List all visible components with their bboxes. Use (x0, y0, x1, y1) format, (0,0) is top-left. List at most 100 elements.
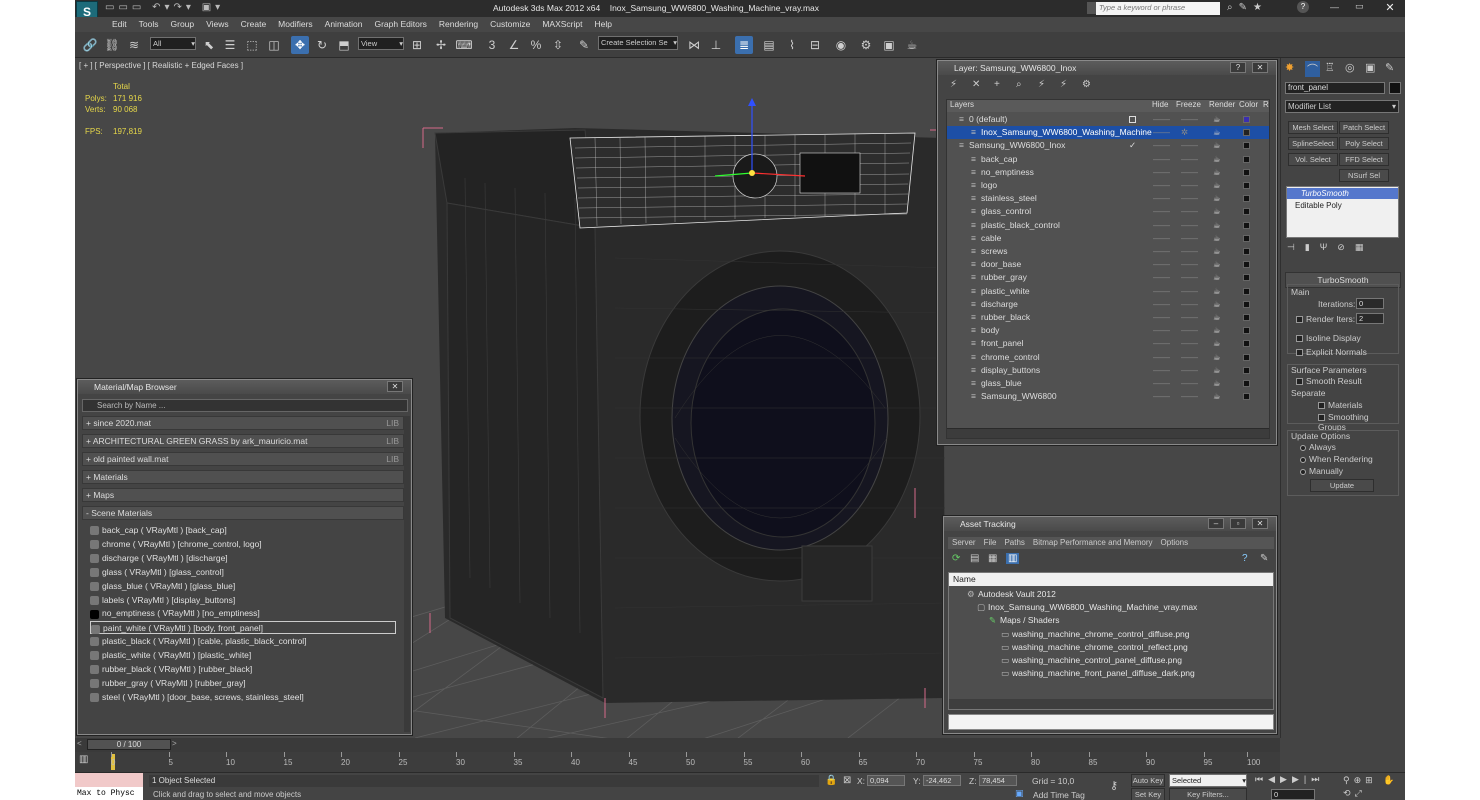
layer-row[interactable]: ≡ screws —— —— ☕ (947, 245, 1269, 258)
thumbnail-view-icon[interactable]: ▦ (988, 553, 997, 564)
material-list-item[interactable]: plastic_black ( VRayMtl ) [cable, plasti… (90, 635, 396, 648)
asset-col-name[interactable]: Name (949, 573, 1273, 586)
select-and-move-icon[interactable]: ✥ (291, 36, 309, 54)
select-and-manipulate-icon[interactable]: ✢ (432, 36, 450, 54)
rendered-frame-window-icon[interactable]: ▣ (880, 36, 898, 54)
track-bar[interactable]: ▥ 0 5 10 15 20 25 30 35 40 45 50 55 60 65 70 75 80 85 90 95… (75, 752, 1280, 772)
z-coordinate-field[interactable]: 78,454 (979, 775, 1017, 786)
render-teapot-icon[interactable]: ☕ (1213, 337, 1221, 350)
asset-minimize-button[interactable]: – (1208, 518, 1224, 529)
freeze-toggle[interactable]: —— (1181, 179, 1198, 192)
menu-item-graph-editors[interactable]: Graph Editors (368, 17, 432, 29)
layer-color-swatch[interactable] (1243, 340, 1250, 348)
freeze-toggle[interactable]: —— (1181, 298, 1198, 311)
hide-toggle[interactable]: —— (1153, 351, 1170, 364)
edit-named-selection-icon[interactable]: ✎ (575, 36, 593, 54)
layer-row[interactable]: ≡ rubber_black —— —— ☕ (947, 311, 1269, 324)
freeze-toggle[interactable]: —— (1181, 390, 1198, 403)
set-key-button[interactable]: Set Key (1131, 788, 1165, 800)
asset-menu-server[interactable]: Server (948, 538, 980, 547)
rectangular-selection-icon[interactable]: ⬚ (243, 36, 261, 54)
modifier-button-ffd-select[interactable]: FFD Select (1339, 153, 1389, 166)
schematic-view-icon[interactable]: ⊟ (806, 36, 824, 54)
hide-toggle[interactable]: —— (1153, 364, 1170, 377)
modifier-button-splineselect[interactable]: SplineSelect (1288, 137, 1338, 150)
render-teapot-icon[interactable]: ☕ (1213, 139, 1221, 152)
asset-row[interactable]: ▭ washing_machine_front_panel_diffuse_dar… (949, 667, 1273, 680)
render-teapot-icon[interactable]: ☕ (1213, 351, 1221, 364)
isoline-checkbox[interactable]: Isoline Display (1296, 333, 1361, 343)
modifier-button-nsurf-sel[interactable]: NSurf Sel (1339, 169, 1389, 182)
material-list-item[interactable]: paint_white ( VRayMtl ) [body, front_pan… (90, 621, 396, 635)
asset-tracking-window[interactable]: Asset Tracking – ▫ ✕ Server File Paths Bitm… (943, 516, 1277, 734)
unlink-icon[interactable]: ⛓ (103, 36, 121, 54)
freeze-toggle[interactable]: —— (1181, 324, 1198, 337)
render-teapot-icon[interactable]: ☕ (1213, 324, 1221, 337)
menu-item-edit[interactable]: Edit (106, 17, 133, 29)
layer-color-swatch[interactable] (1243, 353, 1250, 361)
modify-tab-icon[interactable]: ⌒ (1305, 61, 1320, 77)
menu-item-views[interactable]: Views (200, 17, 235, 29)
asset-menu-paths[interactable]: Paths (1000, 538, 1028, 547)
layer-row[interactable]: ≡ Inox_Samsung_WW6800_Washing_Machine —— ✲ ☕ (947, 126, 1269, 140)
render-production-icon[interactable]: ☕ (903, 36, 921, 54)
layer-row[interactable]: ≡ cable —— —— ☕ (947, 232, 1269, 245)
asset-scrollbar[interactable] (949, 699, 1273, 709)
maxscript-mini-listener[interactable]: Max to Physc (75, 787, 143, 800)
material-map-browser[interactable]: Material/Map Browser ✕ Search by Name ..… (77, 379, 412, 735)
freeze-toggle[interactable]: —— (1181, 351, 1198, 364)
freeze-toggle[interactable]: —— (1181, 113, 1198, 126)
key-mode-dropdown[interactable]: Selected ▾ (1169, 774, 1247, 787)
render-teapot-icon[interactable]: ☕ (1213, 311, 1221, 324)
material-editor-icon[interactable]: ◉ (832, 36, 850, 54)
select-and-rotate-icon[interactable]: ↻ (313, 36, 331, 54)
render-teapot-icon[interactable]: ☕ (1213, 285, 1221, 298)
percent-snap-icon[interactable]: % (527, 36, 545, 54)
layer-color-swatch[interactable] (1243, 261, 1250, 269)
col-color[interactable]: Color (1239, 100, 1258, 109)
hide-toggle[interactable]: —— (1153, 298, 1170, 311)
freeze-toggle[interactable]: —— (1181, 153, 1198, 166)
layer-color-swatch[interactable] (1243, 327, 1250, 335)
render-iters-row[interactable]: Render Iters: (1296, 314, 1355, 324)
hide-toggle[interactable]: —— (1153, 153, 1170, 166)
hide-toggle[interactable]: —— (1153, 337, 1170, 350)
utilities-tab-icon[interactable]: ✎ (1385, 61, 1394, 74)
material-group-header[interactable]: + old painted wall.mat LIB (82, 452, 404, 466)
render-teapot-icon[interactable]: ☕ (1213, 126, 1221, 139)
minimize-button[interactable]: — (1330, 2, 1350, 14)
named-selection-dropdown[interactable]: Create Selection Se ▾ (598, 36, 678, 50)
freeze-toggle[interactable]: —— (1181, 192, 1198, 205)
layer-color-swatch[interactable] (1243, 195, 1250, 203)
asset-settings-icon[interactable]: ✎ (1260, 553, 1268, 564)
keyboard-shortcut-icon[interactable]: ⌨ (455, 36, 473, 54)
layer-row[interactable]: ≡ glass_control —— —— ☕ (947, 205, 1269, 218)
asset-row[interactable]: ✎ Maps / Shaders (949, 614, 1273, 627)
graphite-ribbon-icon[interactable]: ▤ (760, 36, 778, 54)
material-search-input[interactable]: Search by Name ... (82, 399, 408, 412)
modifier-button-poly-select[interactable]: Poly Select (1339, 137, 1389, 150)
x-coordinate-field[interactable]: 0,094 (867, 775, 905, 786)
display-tab-icon[interactable]: ▣ (1365, 61, 1375, 74)
spinner-snap-icon[interactable]: ⇳ (549, 36, 567, 54)
highlight-layer-icon[interactable]: ⚡ (1038, 79, 1045, 90)
layer-color-swatch[interactable] (1243, 380, 1250, 387)
auto-key-button[interactable]: Auto Key (1131, 774, 1165, 787)
help-icon[interactable]: ? (1297, 1, 1309, 13)
menu-item-create[interactable]: Create (235, 17, 273, 29)
freeze-toggle[interactable]: —— (1181, 219, 1198, 232)
modifier-list-dropdown[interactable]: Modifier List ▾ (1285, 100, 1399, 113)
modifier-button-mesh-select[interactable]: Mesh Select (1288, 121, 1338, 134)
asset-menu-options[interactable]: Options (1157, 538, 1193, 547)
col-freeze[interactable]: Freeze (1176, 100, 1201, 109)
align-icon[interactable]: ⊥ (707, 36, 725, 54)
hide-toggle[interactable]: —— (1153, 219, 1170, 232)
list-view-icon[interactable]: ▤ (970, 553, 979, 564)
playback-controls[interactable]: ⏮◀▶▶|⏭ (1255, 774, 1337, 787)
render-teapot-icon[interactable]: ☕ (1213, 166, 1221, 179)
hide-toggle[interactable]: —— (1153, 113, 1170, 126)
select-object-icon[interactable]: ⬉ (200, 36, 218, 54)
update-button[interactable]: Update (1310, 479, 1374, 492)
layer-list[interactable]: Layers Hide Freeze Render Color R ≡ 0 (de… (946, 99, 1270, 439)
layer-color-swatch[interactable] (1243, 393, 1250, 401)
